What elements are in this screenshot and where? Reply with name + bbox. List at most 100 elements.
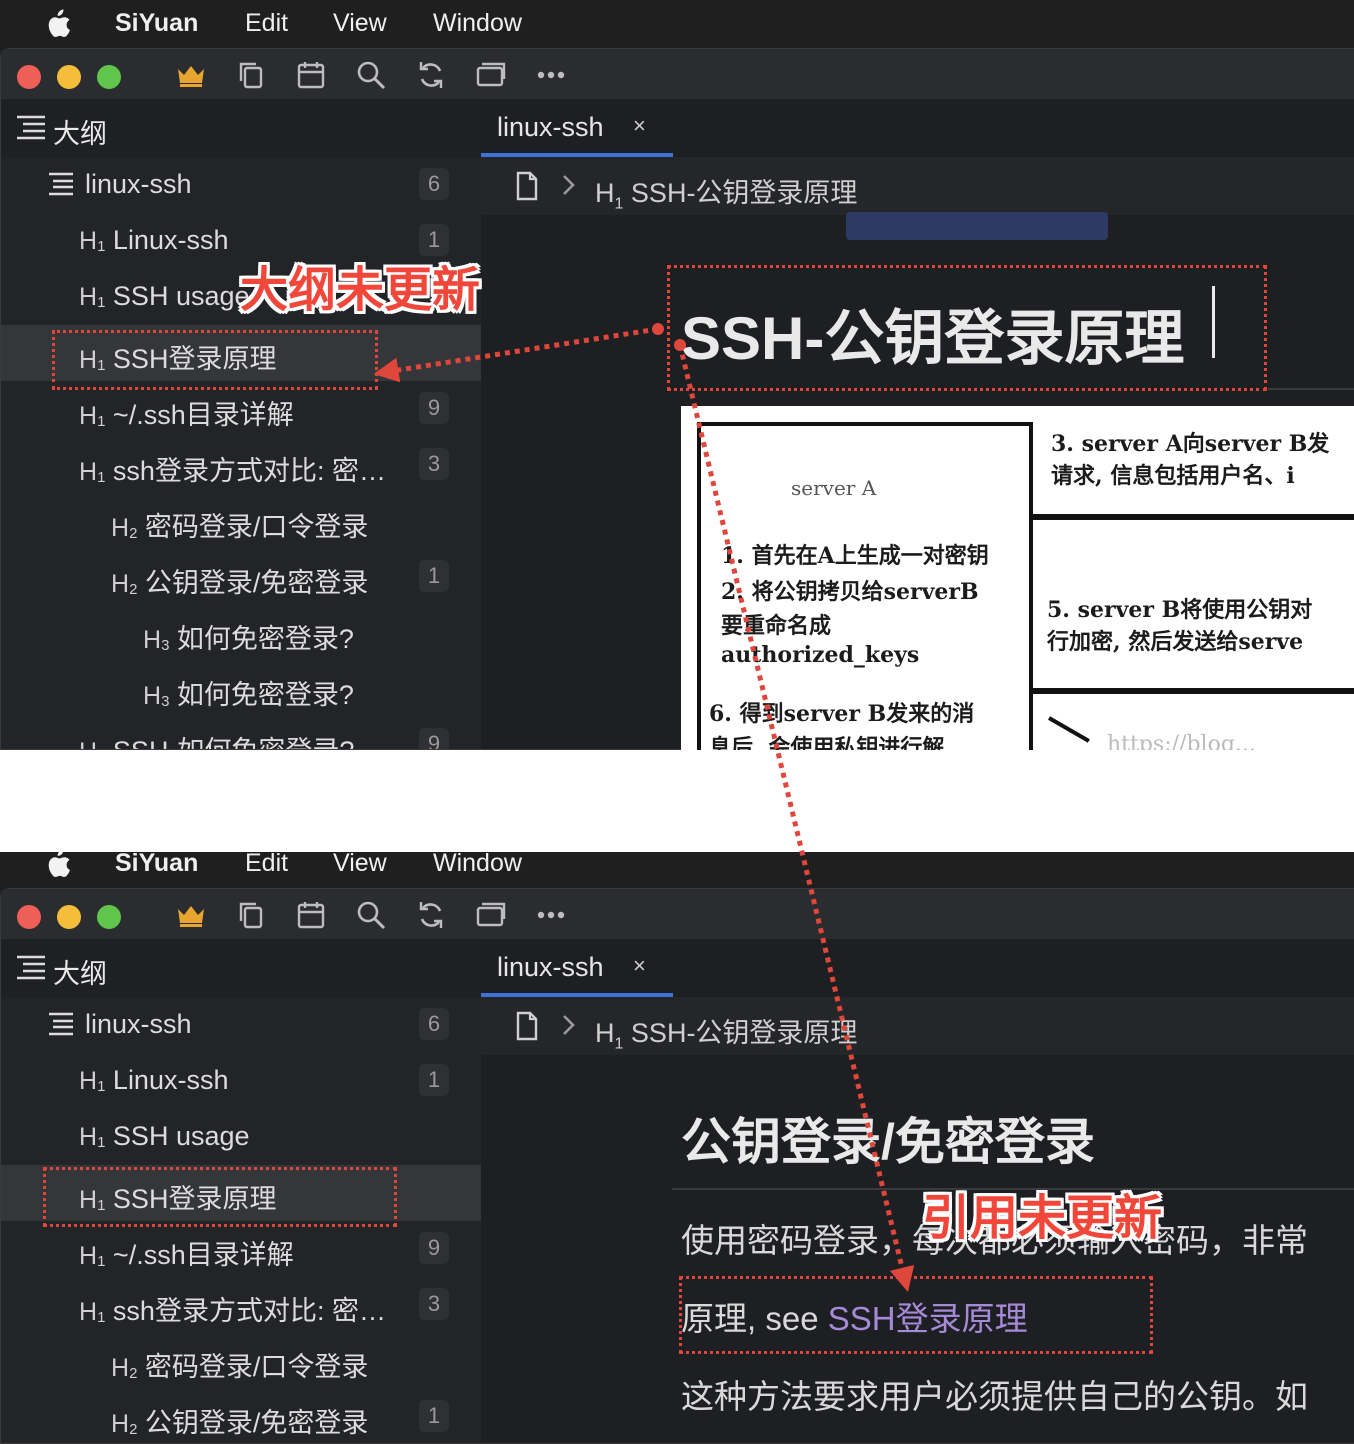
- outline-item-label: H1 Linux-ssh: [79, 1065, 228, 1096]
- divider: [1268, 388, 1354, 390]
- outline-item[interactable]: H3 如何免密登录?: [1, 605, 481, 661]
- heading-level-badge: H2: [111, 514, 138, 542]
- menu-view[interactable]: View: [333, 852, 387, 878]
- outline-item-label: H1 ~/.ssh目录详解: [79, 393, 294, 432]
- outline-item-label: H1 SSH usage: [79, 281, 250, 312]
- sync-icon[interactable]: [415, 899, 447, 931]
- outline-item[interactable]: H1 Linux-ssh 1: [1, 1053, 481, 1109]
- file-icon[interactable]: [515, 1011, 539, 1041]
- arrow-line: [1033, 514, 1354, 520]
- outline-item-label: linux-ssh: [85, 1009, 192, 1040]
- tab-bar: linux-ssh ×: [481, 99, 1354, 157]
- window-icon[interactable]: [475, 59, 507, 91]
- search-icon[interactable]: [355, 59, 387, 91]
- outline-item-text: 密码登录/口令登录: [144, 1352, 369, 1382]
- section-heading[interactable]: 公钥登录/免密登录: [681, 1102, 1095, 1174]
- outline-doc-icon: [49, 172, 73, 196]
- close-window-button[interactable]: [17, 905, 41, 929]
- minimize-window-button[interactable]: [57, 65, 81, 89]
- menu-edit[interactable]: Edit: [245, 9, 288, 38]
- toolbar: [1, 49, 1354, 99]
- breadcrumb-level-num: 1: [614, 1035, 624, 1053]
- tab-linux-ssh[interactable]: linux-ssh ×: [481, 939, 673, 997]
- outline-item-text: Linux-ssh: [112, 1065, 229, 1095]
- outline-item-label: H3 如何免密登录?: [143, 673, 354, 712]
- outline-item-highlight-box: [52, 330, 378, 390]
- inline-code: [846, 212, 1108, 240]
- breadcrumb-heading[interactable]: H1 SSH-公钥登录原理: [595, 171, 857, 213]
- calendar-icon[interactable]: [295, 59, 327, 91]
- calendar-icon[interactable]: [295, 899, 327, 931]
- heading-level-badge: H2: [111, 1354, 138, 1382]
- menu-app-name[interactable]: SiYuan: [115, 9, 198, 38]
- apple-icon[interactable]: [42, 8, 72, 40]
- outline-item-label: H2 公钥登录/免密登录: [111, 1401, 368, 1440]
- zoom-window-button[interactable]: [97, 905, 121, 929]
- copy-icon[interactable]: [235, 899, 267, 931]
- outline-item-count: 9: [419, 1232, 449, 1264]
- breadcrumb-text: SSH-公钥登录原理: [630, 1018, 858, 1048]
- outline-item[interactable]: linux-ssh 6: [1, 997, 481, 1053]
- heading-highlight-box: [667, 265, 1267, 391]
- sync-icon[interactable]: [415, 59, 447, 91]
- file-icon[interactable]: [515, 171, 539, 201]
- tab-linux-ssh[interactable]: linux-ssh ×: [481, 99, 673, 157]
- outline-item-text: SSH-如何免密登录?: [113, 736, 355, 749]
- outline-item[interactable]: H1 SSH-如何免密登录? 9: [1, 717, 481, 749]
- outline-item-count: 9: [419, 728, 449, 749]
- outline-item-count: 6: [419, 1008, 449, 1040]
- outline-item-text: SSH usage: [112, 281, 250, 311]
- breadcrumb-heading[interactable]: H1 SSH-公钥登录原理: [595, 1011, 857, 1053]
- step5a: 5. server B将使用公钥对: [1047, 597, 1313, 623]
- outline-item-text: 如何免密登录?: [176, 680, 354, 710]
- outline-item-label: H2 密码登录/口令登录: [111, 505, 368, 544]
- tab-close-icon[interactable]: ×: [633, 953, 646, 979]
- paragraph-3[interactable]: 这种方法要求用户必须提供自己的公钥。如: [681, 1370, 1308, 1418]
- search-icon[interactable]: [355, 899, 387, 931]
- tab-bar: linux-ssh ×: [481, 939, 1354, 997]
- menu-window[interactable]: Window: [433, 852, 522, 878]
- outline-item-label: H1 ssh登录方式对比: 密…: [79, 449, 386, 488]
- outline-item[interactable]: H2 公钥登录/免密登录 1: [1, 1389, 481, 1443]
- outline-item[interactable]: H1 ssh登录方式对比: 密… 3: [1, 1277, 481, 1333]
- zoom-window-button[interactable]: [97, 65, 121, 89]
- menu-window[interactable]: Window: [433, 9, 522, 38]
- outline-item[interactable]: H3 如何免密登录?: [1, 661, 481, 717]
- menu-edit[interactable]: Edit: [245, 852, 288, 878]
- outline-item-label: H2 公钥登录/免密登录: [111, 561, 368, 600]
- menu-app-name[interactable]: SiYuan: [115, 852, 198, 878]
- heading-level-badge: H1: [79, 1067, 106, 1095]
- tab-close-icon[interactable]: ×: [633, 113, 646, 139]
- more-icon[interactable]: [535, 899, 567, 931]
- crown-icon[interactable]: [175, 59, 207, 91]
- breadcrumb: H1 SSH-公钥登录原理: [481, 997, 1354, 1055]
- copy-icon[interactable]: [235, 59, 267, 91]
- apple-icon[interactable]: [42, 852, 72, 880]
- step1: 1. 首先在A上生成一对密钥: [721, 543, 989, 569]
- step5b: 行加密, 然后发送给serve: [1047, 629, 1304, 655]
- crown-icon[interactable]: [175, 899, 207, 931]
- menu-view[interactable]: View: [333, 9, 387, 38]
- outline-item[interactable]: H1 SSH usage: [1, 1109, 481, 1165]
- outline-item[interactable]: H2 密码登录/口令登录: [1, 1333, 481, 1389]
- outline-item[interactable]: H1 ssh登录方式对比: 密… 3: [1, 437, 481, 493]
- close-window-button[interactable]: [17, 65, 41, 89]
- outline-item-label: H1 SSH usage: [79, 1121, 250, 1152]
- breadcrumb-level: H: [595, 1018, 615, 1048]
- outline-item-label: H2 密码登录/口令登录: [111, 1345, 368, 1384]
- window-icon[interactable]: [475, 899, 507, 931]
- outline-item-label: H1 ssh登录方式对比: 密…: [79, 1289, 386, 1328]
- outline-item[interactable]: H1 ~/.ssh目录详解 9: [1, 1221, 481, 1277]
- more-icon[interactable]: [535, 59, 567, 91]
- outline-item-text: 密码登录/口令登录: [144, 512, 369, 542]
- step2c: authorized_keys: [721, 642, 920, 668]
- outline-item[interactable]: H2 密码登录/口令登录: [1, 493, 481, 549]
- outline-item[interactable]: linux-ssh 6: [1, 157, 481, 213]
- outline-icon: [17, 115, 45, 140]
- minimize-window-button[interactable]: [57, 905, 81, 929]
- outline-item[interactable]: H2 公钥登录/免密登录 1: [1, 549, 481, 605]
- reference-highlight-box: [679, 1276, 1153, 1354]
- outline-item-count: 1: [419, 1400, 449, 1432]
- editor-pane: linux-ssh × H1 SSH-公钥登录原理: [481, 939, 1354, 1443]
- chevron-right-icon: [563, 1015, 575, 1035]
